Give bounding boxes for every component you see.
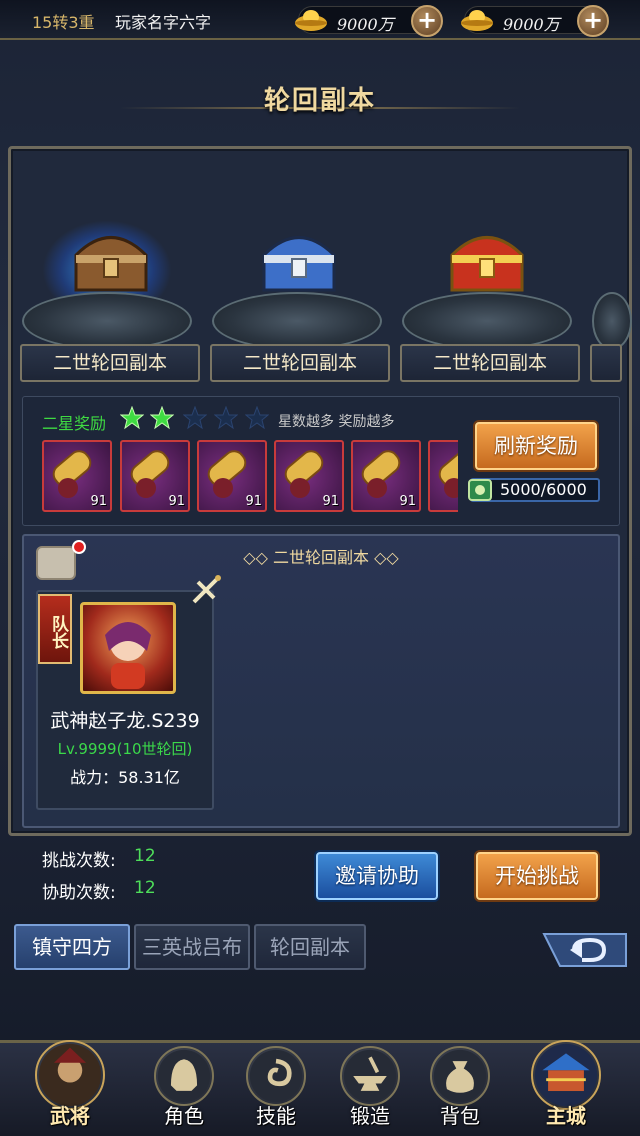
nav-main-city-label: 主城 <box>546 1104 586 1128</box>
currency-2: 9000万 + <box>461 5 609 37</box>
pedestal <box>592 292 632 350</box>
assist-count-label: 协助次数: <box>42 883 116 903</box>
dungeon-tab-2[interactable]: 二世轮回副本 <box>210 344 390 382</box>
player-name: 玩家名字六字 <box>115 13 212 32</box>
tab-reincarnation[interactable]: 轮回副本 <box>254 924 366 970</box>
currency-2-value: 9000万 <box>503 15 560 34</box>
reincarnation-level: 15转3重 <box>32 13 95 32</box>
helmet-icon <box>154 1046 214 1106</box>
gold-ingot-icon <box>295 10 327 31</box>
hero-level: Lv.9999(10世轮回) <box>57 740 193 758</box>
star-empty-icon <box>183 406 207 430</box>
nav-general[interactable]: 武将 <box>34 1040 106 1132</box>
item-count: 91 <box>245 494 262 509</box>
dungeon-tab-4-partial[interactable] <box>590 344 622 382</box>
captain-banner: 队长 <box>38 594 72 664</box>
hero-name: 武神赵子龙.S239 <box>50 710 200 732</box>
diamond-ornament-icon: ◇◇ <box>243 548 273 567</box>
page-title: 轮回副本 <box>263 86 376 116</box>
nav-bag-label: 背包 <box>440 1104 480 1128</box>
dungeon-tab-3[interactable]: 二世轮回副本 <box>400 344 580 382</box>
hero-power: 战力：58.31亿 <box>38 764 212 788</box>
gold-chest-icon[interactable] <box>442 215 532 305</box>
star-empty-icon <box>245 406 269 430</box>
hero-portrait-icon <box>105 622 151 689</box>
star-hint-text: 星数越多 奖励越多 <box>278 414 395 430</box>
challenge-count-value: 12 <box>134 846 156 866</box>
item-count: 91 <box>322 494 339 509</box>
invite-assist-button[interactable]: 邀请协助 <box>316 852 438 900</box>
nav-forge[interactable]: 锻造 <box>334 1046 406 1132</box>
tab-guard[interactable]: 镇守四方 <box>14 924 130 970</box>
currency-1: 9000万 + <box>295 5 443 37</box>
scroll-icon <box>438 450 458 498</box>
bronze-chest-icon[interactable] <box>66 215 156 305</box>
star-filled-icon <box>120 406 144 430</box>
gold-ingot-icon <box>461 10 493 31</box>
refresh-reward-button[interactable]: 刷新奖励 <box>475 422 597 470</box>
nav-skill-label: 技能 <box>256 1104 296 1128</box>
anvil-icon <box>340 1046 400 1106</box>
nav-skill[interactable]: 技能 <box>240 1046 312 1132</box>
reward-item[interactable]: 91 <box>274 440 344 512</box>
reward-item[interactable]: 91 <box>197 440 267 512</box>
nav-main-city[interactable]: 主城 <box>530 1040 602 1132</box>
team-title: ◇◇ 二世轮回副本 ◇◇ <box>22 544 620 568</box>
nav-role-label: 角色 <box>164 1104 204 1128</box>
reward-item-list: 91 91 91 91 91 <box>40 440 458 512</box>
nav-forge-label: 锻造 <box>350 1104 390 1128</box>
currency-1-value: 9000万 <box>337 15 394 34</box>
reward-item[interactable]: 91 <box>42 440 112 512</box>
nav-role[interactable]: 角色 <box>148 1046 220 1132</box>
dungeon-tab-1[interactable]: 二世轮回副本 <box>20 344 200 382</box>
silver-chest-icon[interactable] <box>254 215 344 305</box>
power-value: 58.31亿 <box>118 768 180 787</box>
token-icon <box>468 479 492 501</box>
add-currency-2-button[interactable]: + <box>577 5 609 37</box>
item-count: 91 <box>399 494 416 509</box>
refresh-cost-value: 5000/6000 <box>500 480 587 499</box>
nav-general-label: 武将 <box>50 1104 90 1128</box>
item-count: 91 <box>90 494 107 509</box>
diamond-ornament-icon: ◇◇ <box>369 548 399 567</box>
chat-bubble-icon[interactable] <box>36 546 76 580</box>
notification-dot <box>72 540 86 554</box>
star-reward-label: 二星奖励 <box>42 414 107 433</box>
item-count: 91 <box>168 494 185 509</box>
hero-avatar <box>80 602 176 694</box>
star-filled-icon <box>150 406 174 430</box>
reward-item[interactable]: 91 <box>351 440 421 512</box>
back-arrow-icon[interactable] <box>540 930 630 970</box>
assist-count-value: 12 <box>134 878 156 898</box>
reward-item[interactable] <box>428 440 458 512</box>
bag-icon <box>430 1046 490 1106</box>
start-challenge-button[interactable]: 开始挑战 <box>476 852 598 900</box>
crossed-swords-icon[interactable] <box>188 572 224 608</box>
tab-three-heroes[interactable]: 三英战吕布 <box>134 924 250 970</box>
team-title-text: 二世轮回副本 <box>272 548 369 567</box>
reward-item[interactable]: 91 <box>120 440 190 512</box>
star-empty-icon <box>214 406 238 430</box>
add-currency-1-button[interactable]: + <box>411 5 443 37</box>
title-area: 轮回副本 <box>120 72 520 120</box>
challenge-count-label: 挑战次数: <box>42 851 116 871</box>
nav-bag[interactable]: 背包 <box>424 1046 496 1132</box>
power-label: 战力： <box>70 768 119 787</box>
swirl-icon <box>246 1046 306 1106</box>
